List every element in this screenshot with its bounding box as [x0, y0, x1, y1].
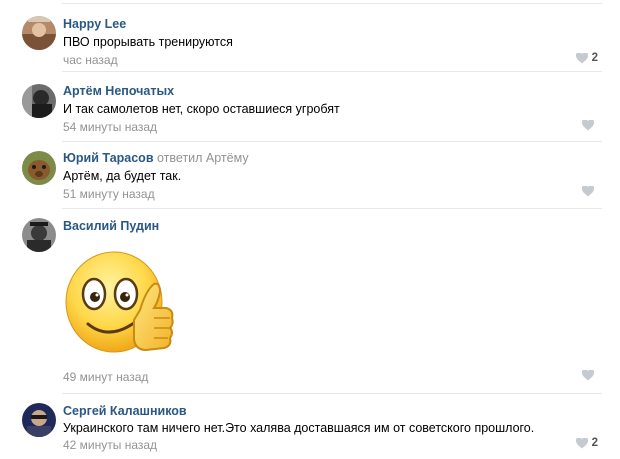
avatar[interactable]: [22, 218, 56, 252]
comment-author[interactable]: Happy Lee: [63, 17, 126, 31]
like-button[interactable]: [582, 186, 598, 197]
like-count: 2: [591, 437, 598, 449]
comment-author[interactable]: Василий Пудин: [63, 219, 159, 233]
avatar[interactable]: [22, 84, 56, 118]
comment-divider: [62, 71, 602, 72]
comment-time[interactable]: час назад: [63, 53, 118, 67]
avatar[interactable]: [22, 151, 56, 185]
comment-time[interactable]: 49 минут назад: [63, 370, 148, 384]
avatar[interactable]: [22, 403, 56, 437]
reply-note[interactable]: ответил Артёму: [157, 151, 249, 165]
like-button[interactable]: [582, 370, 598, 381]
comment-author[interactable]: Сергей Калашников: [63, 404, 187, 418]
comment-text: И так самолетов нет, скоро оставшиеся уг…: [63, 102, 340, 116]
comment-author[interactable]: Юрий Тарасов ответил Артёму: [63, 151, 249, 165]
like-count: 2: [591, 52, 598, 64]
comment-text: Артём, да будет так.: [63, 169, 182, 183]
comment-time[interactable]: 54 минуты назад: [63, 120, 157, 134]
thumbs-up-smiley-sticker: [62, 240, 178, 362]
like-button[interactable]: 2: [575, 52, 598, 64]
comment-time[interactable]: 42 минуты назад: [63, 438, 157, 452]
comment-author[interactable]: Артём Непочатых: [63, 84, 174, 98]
comment-divider: [62, 3, 602, 4]
comment-divider: [62, 393, 602, 394]
heart-icon: [582, 186, 594, 197]
comment-text: ПВО прорывать тренируются: [63, 35, 233, 49]
comment-text: Украинского там ничего нет.Это халява до…: [63, 421, 535, 435]
heart-icon: [575, 437, 588, 448]
like-button[interactable]: [582, 120, 598, 131]
heart-icon: [582, 370, 594, 381]
comment-time[interactable]: 51 минуту назад: [63, 187, 155, 201]
avatar[interactable]: [22, 16, 56, 50]
comment-divider: [62, 141, 602, 142]
heart-icon: [575, 52, 588, 63]
like-button[interactable]: 2: [575, 437, 598, 449]
comment-divider: [62, 208, 602, 209]
heart-icon: [582, 120, 594, 131]
